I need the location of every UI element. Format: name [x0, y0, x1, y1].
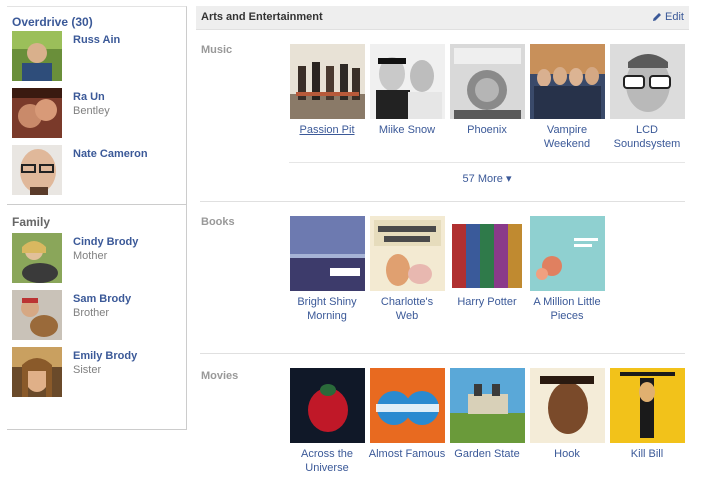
avatar[interactable]: [12, 347, 62, 397]
item-title[interactable]: Vampire Weekend: [527, 123, 607, 151]
friend-name[interactable]: Nate Cameron: [73, 148, 148, 160]
item-title[interactable]: Kill Bill: [607, 447, 687, 461]
movie-item[interactable]: Across the Universe: [287, 368, 367, 475]
friend-item[interactable]: Cindy Brody Mother: [7, 233, 186, 290]
divider: [200, 353, 685, 354]
album-cover[interactable]: [609, 44, 685, 119]
edit-link[interactable]: Edit: [652, 11, 684, 23]
avatar[interactable]: [12, 88, 62, 138]
movie-poster[interactable]: [529, 368, 605, 443]
movie-poster[interactable]: [449, 368, 525, 443]
movie-poster[interactable]: [369, 368, 445, 443]
movie-item[interactable]: Garden State: [447, 368, 527, 461]
album-cover[interactable]: [529, 44, 605, 119]
divider: [7, 429, 187, 430]
item-title[interactable]: Charlotte's Web: [367, 295, 447, 323]
friend-network: Bentley: [73, 105, 110, 117]
item-title[interactable]: Bright Shiny Morning: [287, 295, 367, 323]
item-title[interactable]: Phoenix: [447, 123, 527, 137]
item-title[interactable]: Miike Snow: [367, 123, 447, 137]
friend-relation: Sister: [73, 364, 102, 376]
item-title[interactable]: LCD Soundsystem: [607, 123, 687, 151]
book-item[interactable]: A Million Little Pieces: [527, 216, 607, 323]
book-item[interactable]: Charlotte's Web: [367, 216, 447, 323]
music-item[interactable]: LCD Soundsystem: [607, 44, 687, 151]
divider: [200, 201, 685, 202]
avatar[interactable]: [12, 145, 62, 195]
friend-relation: Mother: [73, 250, 108, 262]
book-cover[interactable]: [449, 216, 525, 291]
item-title[interactable]: Almost Famous: [367, 447, 447, 461]
album-cover[interactable]: [289, 44, 365, 119]
book-cover[interactable]: [289, 216, 365, 291]
friend-name[interactable]: Emily Brody: [73, 350, 137, 362]
friend-item[interactable]: Ra Un Bentley: [7, 88, 186, 145]
avatar[interactable]: [12, 31, 62, 81]
album-cover[interactable]: [449, 44, 525, 119]
friend-list-title-family[interactable]: Family: [7, 205, 186, 233]
movie-poster[interactable]: [289, 368, 365, 443]
more-music-link[interactable]: 57 More ▾: [289, 162, 685, 190]
friend-name[interactable]: Sam Brody: [73, 293, 131, 305]
item-title[interactable]: Passion Pit: [287, 123, 367, 137]
pencil-icon: [653, 13, 662, 21]
book-cover[interactable]: [529, 216, 605, 291]
book-cover[interactable]: [369, 216, 445, 291]
book-item[interactable]: Bright Shiny Morning: [287, 216, 367, 323]
movies-label: Movies: [201, 370, 239, 382]
avatar[interactable]: [12, 233, 62, 283]
arts-entertainment-panel: Arts and Entertainment Edit Music Passio…: [196, 6, 689, 474]
books-label: Books: [201, 216, 235, 228]
movie-item[interactable]: Almost Famous: [367, 368, 447, 461]
item-title[interactable]: A Million Little Pieces: [527, 295, 607, 323]
more-label[interactable]: 57 More ▾: [463, 173, 512, 185]
item-title[interactable]: Garden State: [447, 447, 527, 461]
friend-item[interactable]: Sam Brody Brother: [7, 290, 186, 347]
friend-name[interactable]: Ra Un: [73, 91, 105, 103]
friend-list-title-overdrive[interactable]: Overdrive (30): [7, 7, 186, 31]
movie-item[interactable]: Kill Bill: [607, 368, 687, 461]
book-item[interactable]: Harry Potter: [447, 216, 527, 309]
friend-item[interactable]: Nate Cameron: [7, 145, 186, 202]
friend-relation: Brother: [73, 307, 110, 319]
avatar[interactable]: [12, 290, 62, 340]
music-item[interactable]: Passion Pit: [287, 44, 367, 137]
album-cover[interactable]: [369, 44, 445, 119]
friend-item[interactable]: Russ Ain: [7, 31, 186, 88]
item-title[interactable]: Hook: [527, 447, 607, 461]
friend-name[interactable]: Russ Ain: [73, 34, 120, 46]
section-title: Arts and Entertainment: [201, 11, 323, 23]
friend-item[interactable]: Emily Brody Sister: [7, 347, 186, 404]
movie-poster[interactable]: [609, 368, 685, 443]
friend-lists-column: Overdrive (30) Russ Ain Ra Un Bentley Na…: [7, 6, 187, 430]
music-item[interactable]: Vampire Weekend: [527, 44, 607, 151]
music-item[interactable]: Miike Snow: [367, 44, 447, 137]
music-item[interactable]: Phoenix: [447, 44, 527, 137]
edit-label[interactable]: Edit: [665, 11, 684, 23]
section-header: Arts and Entertainment Edit: [196, 6, 689, 30]
item-title[interactable]: Harry Potter: [447, 295, 527, 309]
movie-item[interactable]: Hook: [527, 368, 607, 461]
friend-name[interactable]: Cindy Brody: [73, 236, 138, 248]
music-label: Music: [201, 44, 233, 56]
item-title[interactable]: Across the Universe: [287, 447, 367, 475]
